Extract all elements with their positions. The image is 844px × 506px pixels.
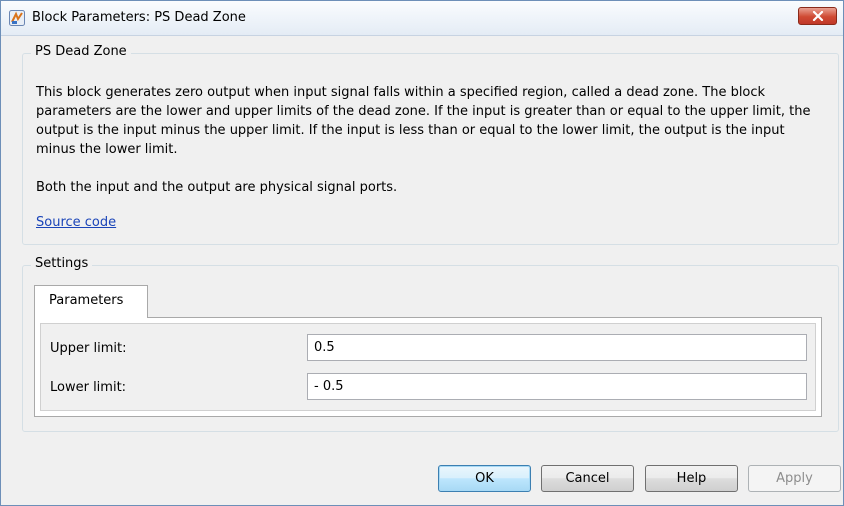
window-title: Block Parameters: PS Dead Zone [32,10,246,25]
close-button[interactable] [798,7,837,25]
ok-button[interactable]: OK [438,465,531,492]
description-paragraph-ports: Both the input and the output are physic… [36,180,398,195]
apply-button: Apply [748,465,841,492]
lower-limit-field[interactable] [307,373,807,400]
upper-limit-label: Upper limit: [50,341,127,356]
title-bar[interactable]: Block Parameters: PS Dead Zone [1,1,843,36]
description-paragraph: This block generates zero output when in… [36,85,811,157]
settings-group-label: Settings [31,256,93,271]
help-button[interactable]: Help [645,465,738,492]
description-group-label: PS Dead Zone [31,44,131,59]
dialog-window: Block Parameters: PS Dead Zone PS Dead Z… [0,0,844,506]
tab-parameters-label: Parameters [49,293,124,308]
block-parameters-icon [9,10,25,26]
block-description: This block generates zero output when in… [36,83,826,197]
upper-limit-field[interactable] [307,334,807,361]
cancel-button[interactable]: Cancel [541,465,634,492]
tab-parameters[interactable]: Parameters [34,285,148,318]
source-code-link[interactable]: Source code [36,215,116,230]
lower-limit-label: Lower limit: [50,380,127,395]
